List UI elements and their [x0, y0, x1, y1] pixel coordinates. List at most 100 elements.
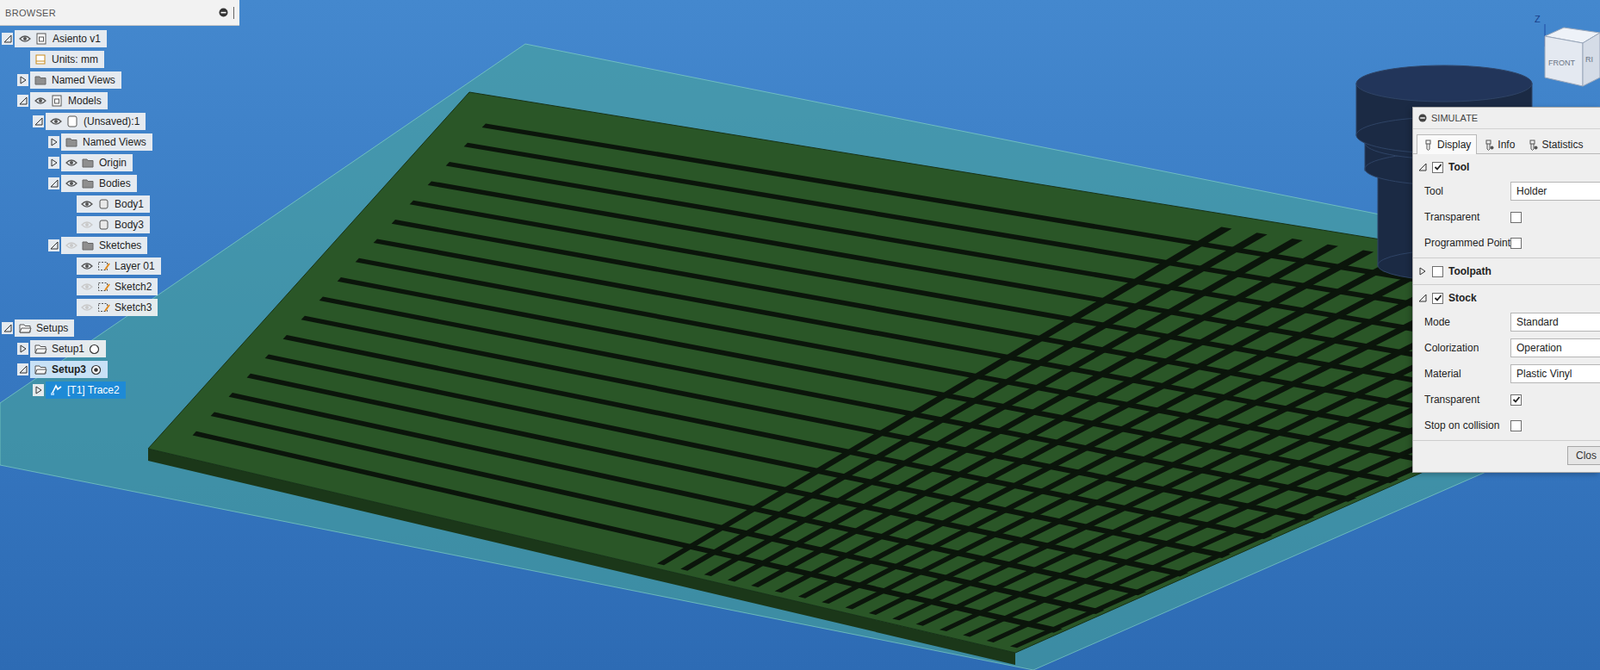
view-cube[interactable]: ZFRONTRI	[1532, 12, 1600, 107]
collapse-icon[interactable]	[49, 241, 59, 250]
tree-row[interactable]: Setup3	[0, 359, 240, 380]
tree-item[interactable]: Body3	[76, 216, 150, 234]
tree-item[interactable]: (Unsaved):1	[45, 112, 146, 131]
expand-icon[interactable]	[49, 158, 59, 168]
collapse-icon[interactable]	[34, 117, 44, 126]
tree-label[interactable]: Sketches	[99, 236, 142, 255]
select-field[interactable]: Operation	[1510, 338, 1600, 358]
expander[interactable]	[48, 239, 60, 252]
panel-grip[interactable]	[233, 6, 235, 19]
eye-icon[interactable]	[49, 117, 63, 126]
checkbox[interactable]	[1510, 420, 1522, 432]
tree-row[interactable]: Named Views	[0, 131, 240, 153]
tree-row[interactable]: Units: mm	[0, 49, 240, 70]
collapse-panel-icon[interactable]	[218, 7, 229, 18]
tree-item[interactable]: Setup1	[30, 340, 106, 358]
tree-label[interactable]: Setup1	[51, 340, 85, 358]
tree-item[interactable]: Origin	[61, 154, 133, 172]
checkbox[interactable]	[1432, 161, 1444, 174]
expander[interactable]	[32, 115, 44, 128]
tree-row[interactable]: Setup1	[0, 338, 240, 360]
eye-icon[interactable]	[65, 158, 78, 168]
checkbox[interactable]	[1510, 394, 1522, 406]
tree-row[interactable]: Named Views	[0, 69, 240, 91]
expand-icon[interactable]	[18, 75, 28, 85]
tab[interactable]: Statistics	[1520, 134, 1589, 155]
tree-label[interactable]: Body1	[114, 195, 144, 213]
expand-icon[interactable]	[34, 385, 44, 395]
expand-icon[interactable]	[49, 137, 59, 147]
section-header[interactable]: Toolpath	[1413, 260, 1600, 283]
tree-label[interactable]: Body3	[114, 216, 144, 234]
tree-item[interactable]: Named Views	[30, 71, 122, 89]
collapse-icon[interactable]	[18, 365, 28, 374]
collapse-panel-icon[interactable]	[1418, 113, 1427, 123]
tree-item[interactable]: Setup3	[30, 360, 108, 379]
expander[interactable]	[48, 177, 60, 190]
tree-row[interactable]: Origin	[0, 152, 240, 174]
tree-label[interactable]: Layer 01	[114, 257, 156, 275]
close-button[interactable]: Clos	[1567, 446, 1600, 466]
eye-icon[interactable]	[65, 241, 78, 250]
collapse-icon[interactable]	[49, 179, 59, 188]
tree-item[interactable]: Units: mm	[30, 50, 105, 69]
tree-item[interactable]: Sketches	[61, 236, 148, 255]
section-header[interactable]: Stock	[1413, 286, 1600, 310]
tree-row[interactable]: Bodies	[0, 173, 240, 194]
tree-row[interactable]: [T1] Trace2	[0, 379, 240, 401]
checkbox[interactable]	[1510, 211, 1522, 224]
collapse-icon[interactable]	[3, 34, 13, 44]
select-field[interactable]: Holder	[1510, 181, 1600, 201]
expander[interactable]	[48, 156, 60, 169]
eye-icon[interactable]	[34, 96, 47, 106]
active-setup-icon[interactable]	[90, 364, 102, 376]
tree-label[interactable]: Named Views	[82, 133, 147, 151]
tree-label[interactable]: Bodies	[99, 174, 131, 193]
checkbox[interactable]	[1510, 237, 1522, 249]
tree-row[interactable]: Sketch2	[0, 276, 240, 298]
expander[interactable]	[1, 32, 13, 45]
tree-row[interactable]: Body3	[0, 214, 240, 236]
tree-label[interactable]: Sketch3	[114, 298, 152, 317]
inactive-setup-icon[interactable]	[88, 343, 100, 355]
viewport-canvas[interactable]	[0, 0, 1600, 670]
tree-item[interactable]: Sketch2	[76, 278, 158, 296]
expander[interactable]	[17, 94, 29, 107]
checkbox[interactable]	[1432, 292, 1444, 304]
collapse-icon[interactable]	[1418, 162, 1427, 172]
eye-icon[interactable]	[80, 199, 94, 209]
tree-row[interactable]: Asiento v1	[0, 28, 240, 50]
tree-row[interactable]: Body1	[0, 193, 240, 215]
tree-label[interactable]: Setups	[36, 319, 69, 337]
tree-item[interactable]: [T1] Trace2	[45, 381, 126, 399]
expander[interactable]	[17, 74, 29, 87]
expander[interactable]	[17, 342, 29, 355]
expander[interactable]	[48, 136, 60, 149]
collapse-icon[interactable]	[18, 96, 28, 106]
expander[interactable]	[1, 322, 13, 335]
tree-item[interactable]: Layer 01	[76, 257, 162, 275]
tree-label[interactable]: (Unsaved):1	[83, 112, 140, 131]
eye-icon[interactable]	[80, 261, 94, 271]
tree-row[interactable]: (Unsaved):1	[0, 111, 240, 132]
tree-row[interactable]: Setups	[0, 317, 240, 339]
tree-row[interactable]: Sketches	[0, 235, 240, 256]
tree-label[interactable]: Setup3	[51, 360, 87, 379]
tree-item[interactable]: Setups	[14, 319, 75, 337]
tree-item[interactable]: Models	[30, 92, 108, 110]
tree-row[interactable]: Models	[0, 90, 240, 112]
tree-label[interactable]: Origin	[99, 154, 127, 172]
right-face[interactable]	[1582, 32, 1600, 87]
collapse-icon[interactable]	[1418, 293, 1427, 303]
tree-item[interactable]: Asiento v1	[14, 30, 107, 48]
tree-label[interactable]: [T1] Trace2	[67, 381, 120, 399]
collapse-icon[interactable]	[3, 323, 13, 333]
tab[interactable]: Display	[1416, 134, 1477, 155]
select-field[interactable]: Plastic Vinyl	[1510, 364, 1600, 384]
section-header[interactable]: Tool	[1413, 155, 1600, 179]
tree-label[interactable]: Models	[68, 92, 102, 110]
eye-icon[interactable]	[65, 179, 78, 188]
expander[interactable]	[32, 384, 44, 397]
expand-icon[interactable]	[1418, 266, 1427, 276]
tree-row[interactable]: Layer 01	[0, 255, 240, 277]
